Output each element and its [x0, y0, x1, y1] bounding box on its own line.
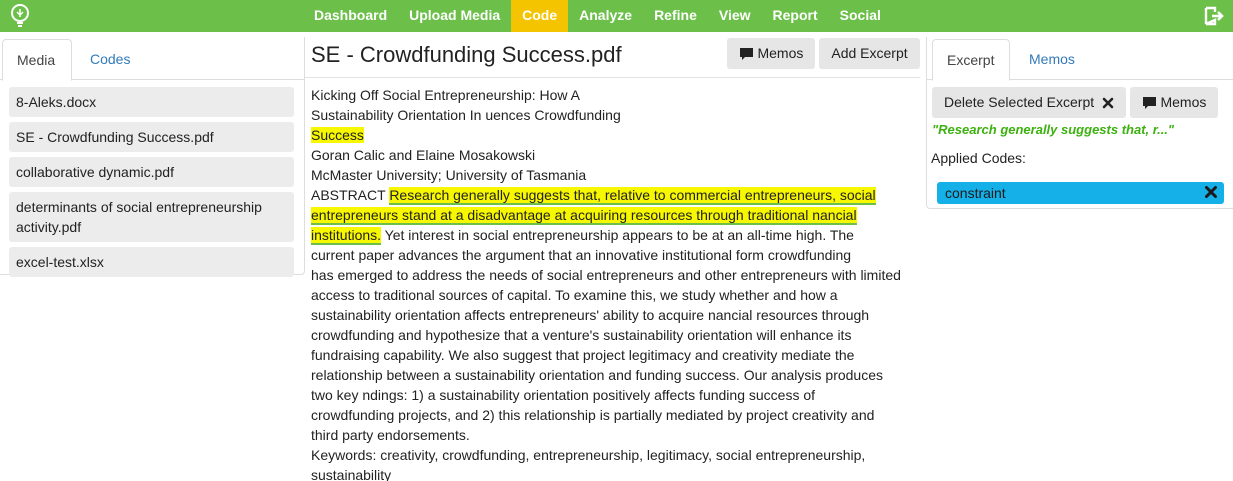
- delete-excerpt-button[interactable]: Delete Selected Excerpt: [932, 87, 1126, 118]
- doc-line: sustainability orientation affects entre…: [311, 307, 870, 323]
- comment-icon: [739, 48, 753, 61]
- logout-icon[interactable]: [1203, 5, 1225, 27]
- nav-social[interactable]: Social: [829, 0, 892, 32]
- nav-report[interactable]: Report: [762, 0, 829, 32]
- doc-line: Goran Calic and Elaine Mosakowski: [311, 147, 536, 163]
- nav-upload-media[interactable]: Upload Media: [398, 0, 511, 32]
- tab-memos[interactable]: Memos: [1015, 39, 1089, 81]
- doc-line: third party endorsements.: [311, 427, 470, 443]
- media-panel: Media Codes 8-Aleks.docx SE - Crowdfundi…: [0, 37, 305, 277]
- nav-dashboard[interactable]: Dashboard: [303, 0, 398, 32]
- applied-codes-label: Applied Codes:: [931, 150, 1026, 166]
- doc-line: sustainability: [311, 467, 392, 481]
- doc-line: access to traditional sources of capital…: [311, 287, 838, 303]
- excerpt-preview: "Research generally suggests that, r...": [932, 122, 1175, 137]
- doc-line: two key ndings: 1) a sustainability orie…: [311, 387, 816, 403]
- document-title: SE - Crowdfunding Success.pdf: [311, 42, 622, 67]
- nav-menu: Dashboard Upload Media Code Analyze Refi…: [303, 0, 892, 32]
- nav-refine[interactable]: Refine: [643, 0, 708, 32]
- memos-button-label: Memos: [757, 45, 804, 61]
- doc-line: crowdfunding projects, and 2) this relat…: [311, 407, 875, 423]
- doc-text: Yet interest in social entrepreneurship …: [381, 227, 854, 243]
- doc-line: ABSTRACT Research generally suggests tha…: [311, 185, 923, 205]
- applied-code-label: constraint: [945, 185, 1006, 201]
- nav-view[interactable]: View: [708, 0, 762, 32]
- doc-text: ABSTRACT: [311, 187, 390, 203]
- nav-code[interactable]: Code: [511, 0, 569, 32]
- nav-analyze[interactable]: Analyze: [568, 0, 643, 32]
- doc-line: institutions. Yet interest in social ent…: [311, 225, 923, 245]
- excerpt-highlight[interactable]: Success: [311, 127, 364, 143]
- doc-line: entrepreneurs stand at a disadvantage at…: [311, 205, 923, 225]
- divider: [305, 77, 920, 78]
- excerpt-tabs: Excerpt Memos: [927, 37, 1233, 81]
- selected-excerpt-highlight[interactable]: Research generally suggests that, relati…: [389, 187, 876, 205]
- doc-line: McMaster University; University of Tasma…: [311, 167, 587, 183]
- tab-excerpt[interactable]: Excerpt: [932, 39, 1010, 81]
- add-excerpt-button[interactable]: Add Excerpt: [819, 38, 920, 69]
- delete-excerpt-label: Delete Selected Excerpt: [943, 94, 1095, 110]
- excerpt-memos-button[interactable]: Memos: [1130, 87, 1218, 118]
- tab-media[interactable]: Media: [2, 39, 72, 81]
- doc-line: fundraising capability. We also suggest …: [311, 347, 855, 363]
- close-icon: [1102, 97, 1114, 109]
- media-file-list: 8-Aleks.docx SE - Crowdfunding Success.p…: [9, 87, 294, 282]
- doc-line: has emerged to address the needs of soci…: [311, 267, 901, 283]
- document-text[interactable]: Kicking Off Social Entrepreneurship: How…: [311, 85, 923, 481]
- file-item[interactable]: determinants of social entrepreneurship …: [9, 192, 294, 242]
- doc-line: Kicking Off Social Entrepreneurship: How…: [311, 87, 580, 103]
- selected-excerpt-highlight[interactable]: entrepreneurs stand at a disadvantage at…: [311, 207, 857, 225]
- top-navbar: Dashboard Upload Media Code Analyze Refi…: [0, 0, 1233, 32]
- comment-icon: [1142, 97, 1156, 110]
- file-item[interactable]: SE - Crowdfunding Success.pdf: [9, 122, 294, 152]
- excerpt-panel: Excerpt Memos Delete Selected Excerpt Me…: [926, 37, 1233, 209]
- doc-line: Sustainability Orientation In uences Cro…: [311, 107, 621, 123]
- media-tabs: Media Codes: [0, 37, 304, 81]
- file-item[interactable]: 8-Aleks.docx: [9, 87, 294, 117]
- doc-line: Keywords: creativity, crowdfunding, entr…: [311, 447, 866, 463]
- file-item[interactable]: collaborative dynamic.pdf: [9, 157, 294, 187]
- doc-line: crowdfunding and hypothesize that a vent…: [311, 327, 852, 343]
- doc-line: Success: [311, 125, 923, 145]
- applied-code-chip[interactable]: constraint: [937, 182, 1224, 204]
- doc-line: current paper advances the argument that…: [311, 247, 852, 263]
- memos-button[interactable]: Memos: [727, 38, 815, 69]
- file-item[interactable]: excel-test.xlsx: [9, 247, 294, 277]
- selected-excerpt-highlight[interactable]: institutions.: [311, 227, 382, 245]
- remove-code-icon[interactable]: [1204, 185, 1218, 199]
- lightbulb-icon[interactable]: [8, 3, 32, 29]
- excerpt-memos-label: Memos: [1160, 94, 1207, 110]
- tab-codes[interactable]: Codes: [76, 39, 144, 81]
- doc-line: relationship between a sustainability or…: [311, 367, 884, 383]
